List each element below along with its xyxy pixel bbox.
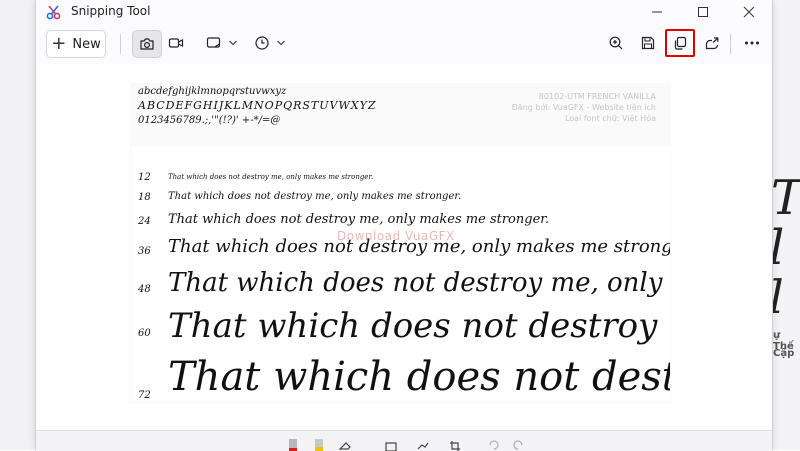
more-options-button[interactable]	[738, 30, 766, 56]
font-meta-line: Loại font chữ: Việt Hóa	[565, 114, 656, 123]
plus-icon: +	[51, 35, 66, 53]
redo-button[interactable]	[510, 436, 528, 451]
pen-icon	[287, 437, 299, 451]
font-size-label: 24	[138, 216, 151, 227]
sample-text: That which does not destroy me, only mak…	[168, 212, 549, 227]
snipping-tool-window: Snipping Tool + New	[35, 0, 773, 450]
background-glyph: T	[771, 170, 800, 226]
redo-icon	[512, 437, 526, 451]
save-button[interactable]	[634, 30, 662, 56]
font-size-label: 18	[138, 192, 151, 203]
close-icon	[743, 6, 755, 18]
share-button[interactable]	[698, 30, 726, 56]
eraser-tool[interactable]	[336, 436, 354, 451]
background-article: T l l ự Thế Cập	[771, 170, 800, 450]
highlighter-tool[interactable]	[310, 436, 328, 451]
minimize-icon	[651, 6, 663, 18]
markup-toolbar	[36, 430, 772, 451]
text-actions-icon	[416, 437, 430, 451]
font-size-label: 36	[138, 246, 151, 257]
sample-text: That which does not destroy me, only mak…	[168, 191, 461, 202]
zoom-in-icon	[608, 35, 624, 51]
maximize-button[interactable]	[680, 0, 726, 24]
title-bar[interactable]: Snipping Tool	[36, 0, 772, 24]
copy-button[interactable]	[666, 30, 694, 56]
window-title: Snipping Tool	[71, 4, 150, 18]
sample-text: That which does not destroy me, only mak…	[168, 268, 670, 298]
font-meta-line: Đăng bởi: VuaGFX - Website tiện ích	[512, 103, 656, 112]
minimize-button[interactable]	[634, 0, 680, 24]
eraser-icon	[338, 437, 352, 451]
toolbar-divider	[120, 34, 121, 54]
font-size-label: 72	[138, 390, 151, 401]
undo-icon	[486, 437, 500, 451]
glyph-uppercase: ABCDEFGHIJKLMNOPQRSTUVWXYZ	[138, 99, 377, 112]
ruler-tool[interactable]	[382, 436, 400, 451]
new-button[interactable]: + New	[46, 30, 106, 58]
zoom-button[interactable]	[602, 30, 630, 56]
undo-button[interactable]	[484, 436, 502, 451]
delay-timer-dropdown[interactable]	[250, 30, 290, 56]
snip-header: abcdefghijklmnopqrstuvwxyz ABCDEFGHIJKLM…	[132, 84, 670, 146]
ruler-icon	[384, 437, 398, 451]
toolbar-divider	[730, 34, 731, 54]
font-size-label: 12	[138, 172, 151, 183]
text-actions-tool[interactable]	[414, 436, 432, 451]
sample-text: That which does not destroy me, only mak…	[168, 173, 373, 181]
crop-tool[interactable]	[446, 436, 464, 451]
save-icon	[640, 35, 656, 51]
sample-text: That which does not destroy me, only	[168, 306, 670, 346]
highlighter-icon	[313, 437, 325, 451]
font-size-label: 60	[138, 328, 151, 339]
rectangle-snip-icon	[206, 36, 222, 50]
canvas-area: abcdefghijklmnopqrstuvwxyz ABCDEFGHIJKLM…	[36, 64, 772, 430]
camera-icon	[139, 37, 155, 51]
video-mode-button[interactable]	[162, 30, 190, 56]
screenshot-mode-button[interactable]	[132, 30, 162, 58]
new-button-label: New	[72, 37, 100, 52]
clock-icon	[254, 35, 270, 51]
snip-shape-dropdown[interactable]	[202, 30, 242, 56]
share-icon	[704, 35, 720, 51]
more-dots-icon	[744, 40, 760, 46]
snipping-tool-icon	[46, 4, 62, 20]
copy-icon	[672, 35, 688, 51]
font-meta-line: 80102-UTM FRENCH VANILLA	[539, 92, 656, 101]
watermark: Download VuaGFX	[337, 229, 455, 243]
glyph-lowercase: abcdefghijklmnopqrstuvwxyz	[138, 86, 286, 97]
maximize-icon	[697, 6, 709, 18]
font-size-label: 48	[138, 284, 151, 295]
chevron-down-icon	[276, 39, 286, 47]
sample-text: That which does not destroy m	[168, 354, 670, 400]
crop-icon	[448, 437, 462, 451]
glyph-digits: 0123456789.;,'"(!?)' +-*/=@	[138, 115, 280, 126]
background-text: Cập	[773, 348, 794, 359]
close-button[interactable]	[726, 0, 772, 24]
captured-snip[interactable]: abcdefghijklmnopqrstuvwxyz ABCDEFGHIJKLM…	[132, 84, 670, 402]
chevron-down-icon	[228, 39, 238, 47]
toolbar: + New	[36, 24, 772, 62]
background-glyph: l	[771, 220, 784, 276]
video-camera-icon	[168, 36, 184, 50]
pen-tool[interactable]	[284, 436, 302, 451]
